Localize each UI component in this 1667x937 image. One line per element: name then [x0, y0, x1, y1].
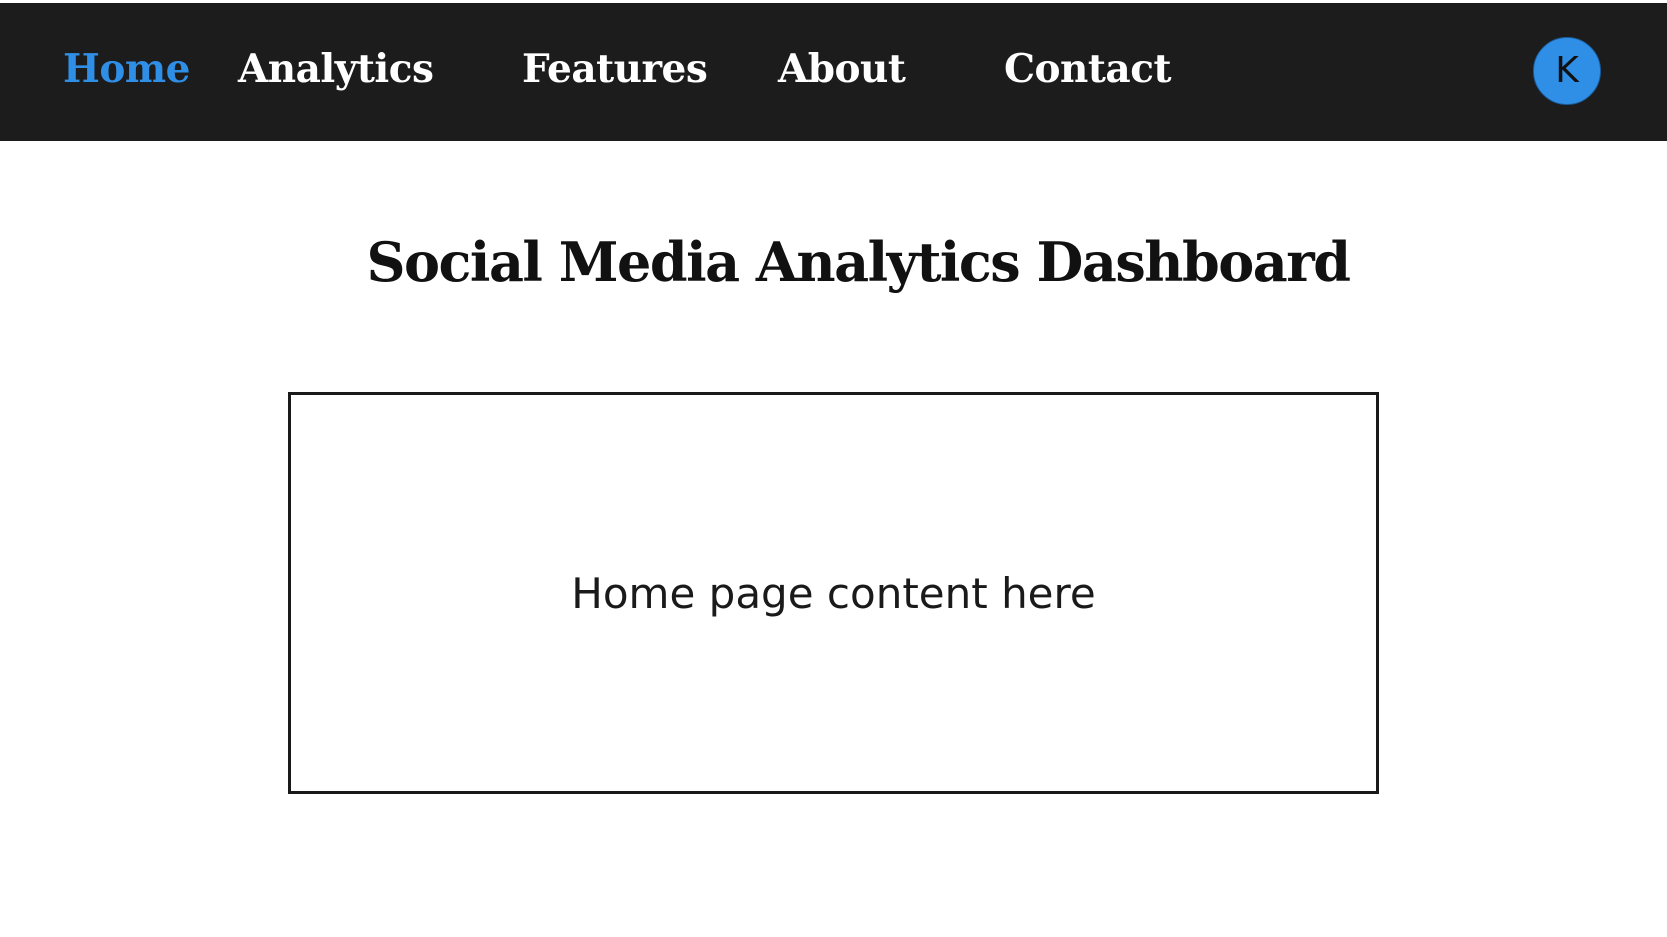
user-avatar[interactable]: K — [1533, 37, 1601, 105]
nav-link-analytics[interactable]: Analytics — [238, 39, 434, 99]
nav-link-contact[interactable]: Contact — [1004, 39, 1171, 99]
page-title: Social Media Analytics Dashboard — [366, 230, 1351, 294]
home-content-panel: Home page content here — [288, 392, 1379, 794]
nav-link-about[interactable]: About — [778, 39, 906, 99]
nav-link-features[interactable]: Features — [522, 39, 708, 99]
content-placeholder-text: Home page content here — [571, 568, 1096, 618]
top-navbar: Home Analytics Features About Contact K — [0, 3, 1667, 141]
nav-link-home[interactable]: Home — [63, 39, 190, 99]
